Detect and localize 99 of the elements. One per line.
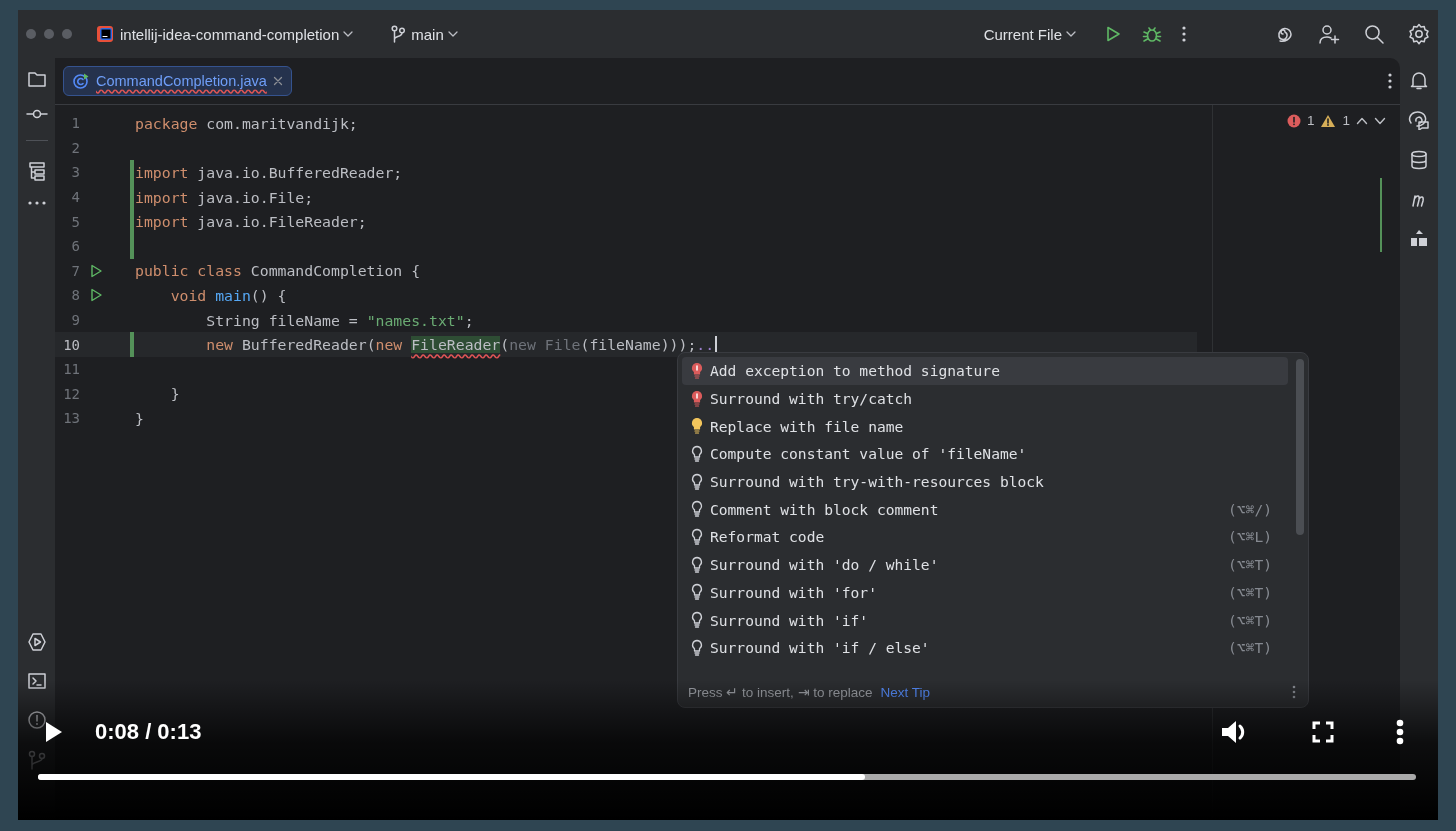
error-count: 1 <box>1306 113 1315 128</box>
quick-fix-item[interactable]: Reformat code (⌥⌘L) <box>682 523 1288 551</box>
chevron-down-icon <box>1066 31 1076 37</box>
database-icon[interactable] <box>1410 150 1428 170</box>
code-line: void main() { <box>169 286 287 304</box>
code-line: package com.maritvandijk; <box>135 114 358 132</box>
code-line: new BufferedReader(new FileReader(new File(fileName)));.. <box>205 336 715 354</box>
quick-fix-item[interactable]: Surround with 'if / else' (⌥⌘T) <box>682 633 1288 662</box>
project-selector[interactable]: intellij-idea-command-completion <box>120 25 354 43</box>
code-line: import java.io.BufferedReader; <box>135 164 403 181</box>
play-icon <box>45 721 63 743</box>
branch-selector[interactable]: main <box>411 25 458 43</box>
warning-count: 1 <box>1342 113 1350 128</box>
change-marker[interactable] <box>130 209 134 234</box>
lightbulb-icon <box>690 527 704 546</box>
more-icon[interactable] <box>1388 73 1392 89</box>
next-tip-link[interactable]: Next Tip <box>880 684 931 700</box>
lightbulb-icon <box>690 417 704 436</box>
file-tab[interactable]: CommandCompletion.java <box>63 66 292 96</box>
project-logo-icon <box>96 25 114 43</box>
chevron-down-icon[interactable] <box>1374 116 1386 125</box>
quick-fix-item[interactable]: Surround with try-with-resources block <box>682 467 1288 496</box>
text-cursor <box>715 335 718 354</box>
lightbulb-icon <box>690 611 704 630</box>
quick-fix-item[interactable]: Add exception to method signature <box>682 357 1288 385</box>
change-marker[interactable] <box>130 184 134 210</box>
problems-icon[interactable] <box>26 710 47 730</box>
branch-icon <box>391 25 406 43</box>
line-number: 1 <box>70 115 80 132</box>
change-marker[interactable] <box>130 332 134 357</box>
code-line: public class CommandCompletion { <box>135 262 421 280</box>
run-configuration-selector[interactable]: Current File <box>983 25 1076 43</box>
services-icon[interactable] <box>26 632 47 652</box>
line-number: 8 <box>70 287 80 304</box>
run-icon[interactable] <box>89 263 103 278</box>
code-line: String fileName = "names.txt"; <box>205 311 474 329</box>
line-number: 9 <box>70 312 80 329</box>
change-marker[interactable] <box>130 160 134 185</box>
error-bulb-icon <box>690 389 704 408</box>
run-icon[interactable] <box>89 288 103 303</box>
line-number: 7 <box>70 262 80 279</box>
quick-fix-item[interactable]: Replace with file name <box>682 412 1288 441</box>
chevron-down-icon <box>447 31 458 37</box>
quick-fix-item[interactable]: Surround with 'do / while' (⌥⌘T) <box>682 550 1288 579</box>
change-marker[interactable] <box>130 233 134 259</box>
window-control-dot[interactable] <box>62 29 72 39</box>
code-line: } <box>169 385 180 403</box>
quick-fix-item[interactable]: Surround with 'for' (⌥⌘T) <box>682 578 1288 607</box>
line-number: 6 <box>70 238 80 255</box>
scrollbar-thumb[interactable] <box>1296 359 1304 535</box>
line-number: 2 <box>70 139 80 156</box>
close-icon[interactable] <box>272 76 283 86</box>
lightbulb-icon <box>690 444 704 463</box>
line-number: 10 <box>62 336 80 353</box>
error-icon[interactable] <box>1286 113 1301 128</box>
code-line: } <box>135 409 144 427</box>
fullscreen-icon[interactable] <box>1312 721 1334 743</box>
terminal-icon[interactable] <box>26 672 47 690</box>
ai-chat-icon[interactable] <box>1408 110 1430 130</box>
video-time: 0:08 / 0:13 <box>95 719 202 745</box>
window-control-dot[interactable] <box>26 29 36 39</box>
lightbulb-icon <box>690 583 704 602</box>
debug-icon[interactable] <box>1142 24 1162 44</box>
code-line: import java.io.FileReader; <box>135 213 367 231</box>
lightbulb-icon <box>690 500 704 519</box>
java-class-icon <box>72 72 90 90</box>
chevron-up-icon[interactable] <box>1356 116 1368 125</box>
run-icon[interactable] <box>1104 25 1122 43</box>
commit-icon[interactable] <box>25 108 48 120</box>
line-number: 5 <box>70 213 80 230</box>
puzzle-icon[interactable] <box>1409 228 1429 248</box>
window-control-dot[interactable] <box>44 29 54 39</box>
lightbulb-icon <box>690 555 704 574</box>
search-icon[interactable] <box>1364 24 1384 44</box>
quick-fix-item[interactable]: Comment with block comment (⌥⌘/) <box>682 495 1288 524</box>
chevron-down-icon <box>343 31 354 37</box>
lightbulb-icon <box>690 638 704 657</box>
error-bulb-icon <box>690 361 704 380</box>
quick-fix-item[interactable]: Surround with try/catch <box>682 384 1288 413</box>
line-number: 13 <box>62 410 80 427</box>
line-number: 4 <box>70 189 80 206</box>
structure-icon[interactable] <box>27 161 46 181</box>
play-button[interactable] <box>45 721 63 743</box>
warning-icon[interactable] <box>1320 113 1337 128</box>
more-icon[interactable] <box>1182 26 1186 42</box>
folder-icon[interactable] <box>26 70 47 88</box>
settings-icon[interactable] <box>1408 23 1430 45</box>
code-line: import java.io.File; <box>135 188 314 206</box>
line-number: 11 <box>62 361 80 378</box>
quick-fix-item[interactable]: Compute constant value of 'fileName' <box>682 440 1288 468</box>
more-icon[interactable] <box>27 201 46 205</box>
notifications-icon[interactable] <box>1409 70 1429 90</box>
hint-text: Press ↵ to insert, ⇥ to replace <box>688 684 873 700</box>
add-user-icon[interactable] <box>1318 24 1340 44</box>
quick-fix-item[interactable]: Surround with 'if' (⌥⌘T) <box>682 606 1288 634</box>
line-number: 12 <box>62 385 80 402</box>
lightbulb-icon <box>690 472 704 491</box>
more-icon[interactable] <box>1396 719 1404 745</box>
line-number: 3 <box>70 164 80 181</box>
